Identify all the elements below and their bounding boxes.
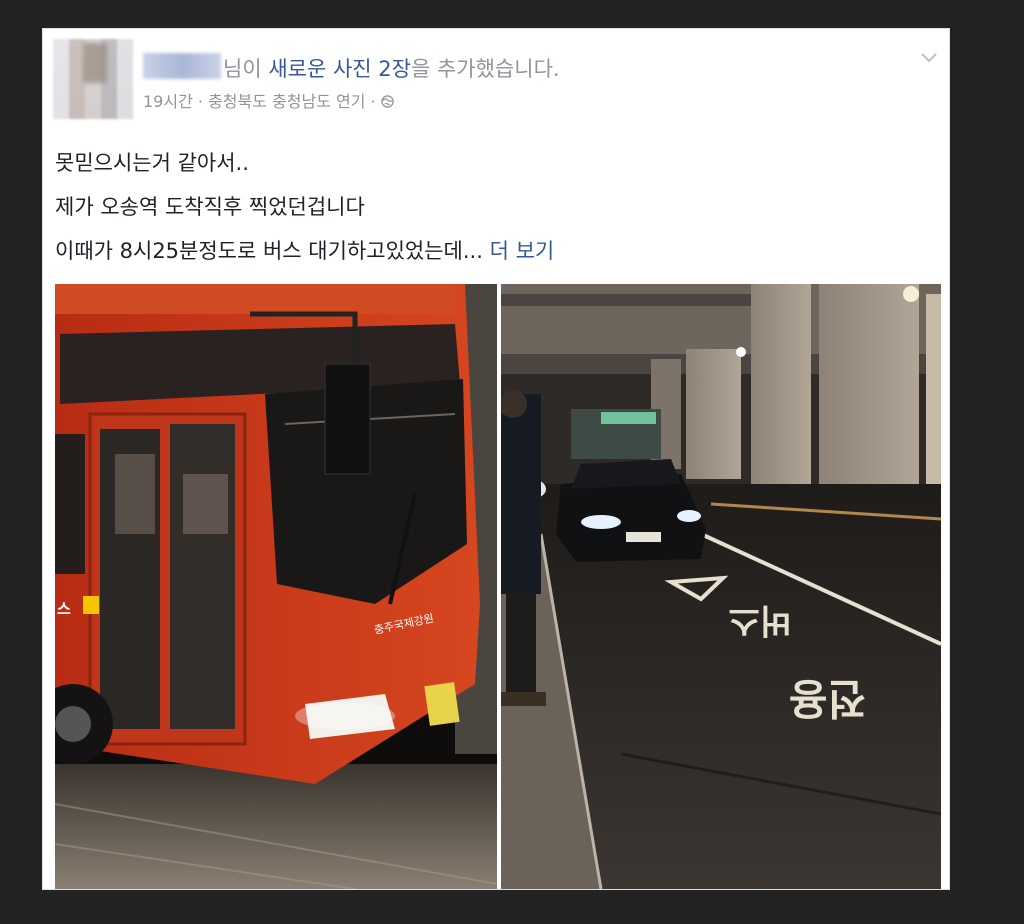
meta-separator-2: · <box>365 92 381 111</box>
photo-bus-lane[interactable]: 버스 전용 <box>501 284 941 889</box>
globe-icon[interactable] <box>380 95 394 108</box>
author-name-blurred[interactable] <box>143 53 221 79</box>
meta-separator: · <box>192 92 209 111</box>
see-more-link[interactable]: 더 보기 <box>490 239 555 263</box>
post-body-text: 이때가 8시25분정도로 버스 대기하고있었는데... <box>55 239 483 263</box>
new-photos-link[interactable]: 새로운 사진 2장 <box>268 57 411 81</box>
post-body-line-1: 못믿으시는거 같아서.. <box>55 151 249 175</box>
road-text-1: 버스 <box>728 600 791 640</box>
lane-photo-graphic: 버스 전용 <box>501 284 941 889</box>
header-suffix: 을 추가했습니다. <box>410 57 560 81</box>
avatar[interactable] <box>53 39 133 119</box>
header-prefix: 님이 <box>223 57 269 81</box>
photo-bus[interactable]: 충주국제강원 스 <box>55 284 497 889</box>
bus-photo-graphic: 충주국제강원 스 <box>55 284 497 889</box>
feed-post: 님이 새로운 사진 2장을 추가했습니다. 19시간 · 충청북도 충청남도 연… <box>42 28 950 890</box>
timestamp[interactable]: 19시간 <box>143 92 193 111</box>
location-link[interactable]: 충청북도 충청남도 연기 <box>208 92 365 111</box>
post-meta: 19시간 · 충청북도 충청남도 연기 · <box>143 88 394 112</box>
post-body-line-3: 이때가 8시25분정도로 버스 대기하고있었는데... 더 보기 <box>55 235 554 265</box>
post-body-line-2: 제가 오송역 도착직후 찍었던겁니다 <box>55 195 365 219</box>
svg-text:스: 스 <box>57 600 71 618</box>
road-text-2: 전용 <box>789 674 866 723</box>
chevron-down-icon[interactable] <box>919 51 939 65</box>
post-header: 님이 새로운 사진 2장을 추가했습니다. <box>223 53 560 83</box>
